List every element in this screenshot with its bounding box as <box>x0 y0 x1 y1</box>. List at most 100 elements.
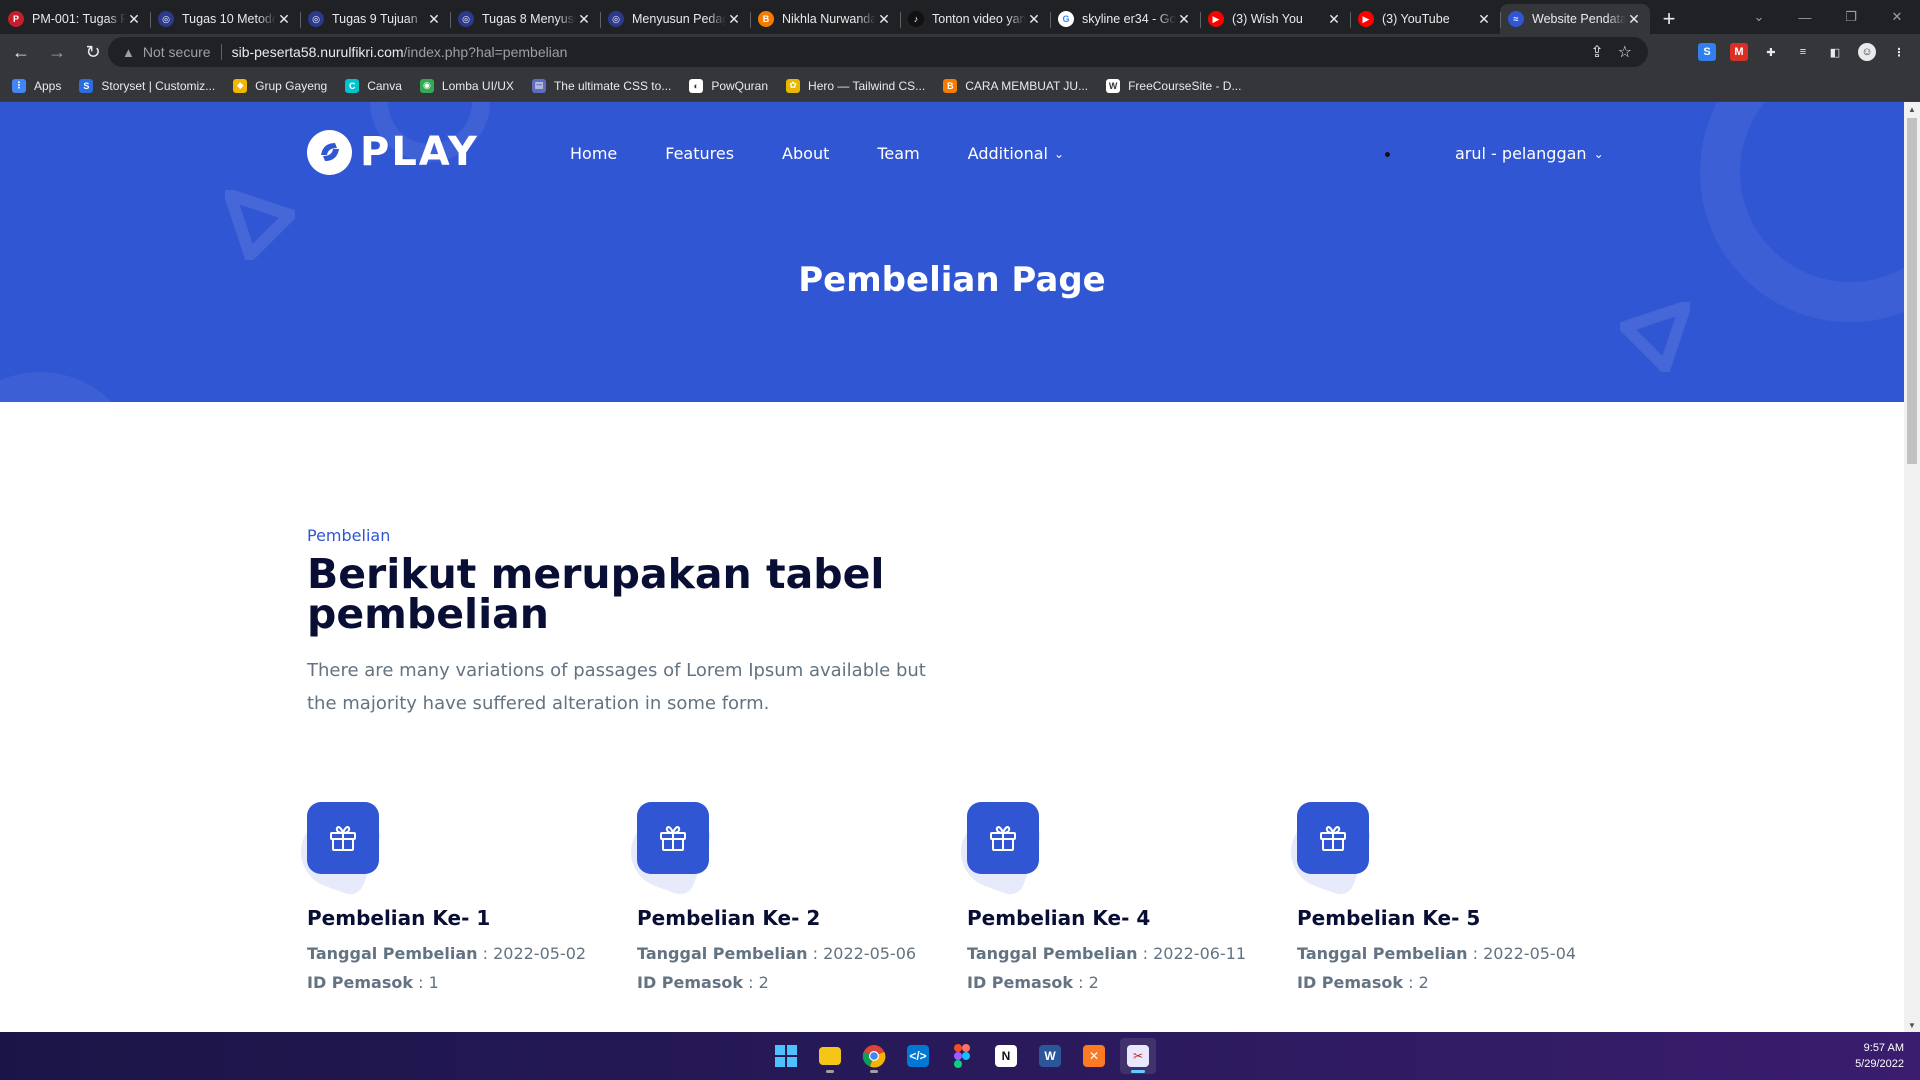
word-icon[interactable]: W <box>1032 1038 1068 1074</box>
nav-additional[interactable]: Additional ⌄ <box>968 144 1064 163</box>
vscode-icon[interactable]: </> <box>900 1038 936 1074</box>
reload-button[interactable]: ↻ <box>78 37 108 67</box>
browser-menu-icon[interactable]: ⋮ <box>1890 43 1908 61</box>
main-nav: Home Features About Team Additional ⌄ <box>570 144 1112 163</box>
figma-icon[interactable] <box>944 1038 980 1074</box>
nav-home[interactable]: Home <box>570 144 617 163</box>
forward-button[interactable]: → <box>42 37 72 67</box>
new-tab-button[interactable]: + <box>1654 4 1684 34</box>
tab-close-icon[interactable]: ✕ <box>126 11 142 28</box>
bookmark-item[interactable]: ▤ The ultimate CSS to... <box>531 78 671 93</box>
scroll-thumb[interactable] <box>1907 118 1917 464</box>
chrome-icon[interactable] <box>856 1038 892 1074</box>
tab-favicon-icon: B <box>758 11 774 27</box>
browser-tab[interactable]: ◎ Tugas 10 Metode ✕ <box>150 4 300 34</box>
browser-tab[interactable]: B Nikhla Nurwanda ✕ <box>750 4 900 34</box>
browser-tab[interactable]: P PM-001: Tugas Pem✕ <box>0 4 150 34</box>
nav-about[interactable]: About <box>782 144 829 163</box>
browser-tab[interactable]: ▶ (3) YouTube ✕ <box>1350 4 1500 34</box>
url-path[interactable]: /index.php?hal=pembelian <box>404 44 568 60</box>
scroll-down-arrow-icon[interactable]: ▼ <box>1904 1018 1920 1032</box>
bookmark-item[interactable]: ◐ PowQuran <box>689 78 768 93</box>
decor-triangle <box>1620 302 1690 372</box>
bookmarks-bar: ⋮ Apps S Storyset | Customiz... ◆ Grup Gayeng… <box>0 70 1920 102</box>
bookmark-item[interactable]: ✿ Hero — Tailwind CS... <box>786 78 925 93</box>
close-window-button[interactable]: ✕ <box>1874 0 1920 34</box>
purchase-date-sep: : <box>807 944 824 963</box>
purchase-date-label: Tanggal Pembelian <box>637 944 808 963</box>
tab-title: skyline er34 - Goo <box>1082 12 1176 26</box>
warning-icon[interactable]: ▲ <box>122 45 135 60</box>
restore-button[interactable]: ❐ <box>1828 0 1874 34</box>
tab-close-icon[interactable]: ✕ <box>726 11 742 28</box>
user-menu[interactable]: arul - pelanggan ⌄ <box>1455 144 1604 163</box>
file-explorer-icon[interactable] <box>812 1038 848 1074</box>
decor-ring <box>0 372 140 402</box>
purchase-supplier-sep: : <box>413 973 429 992</box>
browser-tab[interactable]: ◎ Tugas 9 Tujuan ✕ <box>300 4 450 34</box>
windows-taskbar: </> N W ✕ ✂ 9:57 AM 5/29/2022 <box>0 1032 1920 1080</box>
scroll-up-arrow-icon[interactable]: ▲ <box>1904 102 1920 116</box>
tab-close-icon[interactable]: ✕ <box>876 11 892 28</box>
bookmark-item[interactable]: B CARA MEMBUAT JU... <box>943 78 1088 93</box>
bookmark-favicon-icon: ◐ <box>689 78 704 93</box>
purchase-supplier-label: ID Pemasok <box>1297 973 1404 992</box>
address-bar[interactable]: ▲ Not secure sib-peserta58.nurulfikri.co… <box>108 37 1648 67</box>
minimize-button[interactable]: — <box>1782 0 1828 34</box>
nav-team[interactable]: Team <box>877 144 919 163</box>
bookmark-item[interactable]: ◆ Grup Gayeng <box>233 78 327 93</box>
windows-start-icon[interactable] <box>768 1038 804 1074</box>
section-title: Berikut merupakan tabel pembelian <box>307 550 885 638</box>
bookmark-item[interactable]: S Storyset | Customiz... <box>79 78 216 93</box>
share-icon[interactable]: ⇪ <box>1590 42 1603 62</box>
snipping-tool-icon[interactable]: ✂ <box>1120 1038 1156 1074</box>
tab-close-icon[interactable]: ✕ <box>1476 11 1492 28</box>
page-scrollbar[interactable]: ▲ ▼ <box>1904 102 1920 1032</box>
browser-tab[interactable]: ≈ Website Pendataan✕ <box>1500 4 1650 34</box>
bookmark-item[interactable]: C Canva <box>345 78 402 93</box>
system-clock[interactable]: 9:57 AM 5/29/2022 <box>1855 1040 1904 1072</box>
tab-close-icon[interactable]: ✕ <box>1626 11 1642 28</box>
browser-tab[interactable]: ♪ Tonton video yang ✕ <box>900 4 1050 34</box>
tab-search-icon[interactable]: ⌄ <box>1736 0 1782 34</box>
site-logo[interactable]: PLAY <box>307 129 479 175</box>
bookmark-label: Storyset | Customiz... <box>101 78 216 93</box>
bookmark-favicon-icon: ▤ <box>531 78 546 93</box>
tab-close-icon[interactable]: ✕ <box>276 11 292 28</box>
bookmark-label: Canva <box>367 78 402 93</box>
side-panel-icon[interactable]: ◧ <box>1826 43 1844 61</box>
purchase-date-row: Tanggal Pembelian : 2022-06-11 <box>967 944 1267 963</box>
bookmark-item[interactable]: W FreeCourseSite - D... <box>1106 78 1241 93</box>
reading-list-icon[interactable]: ≡ <box>1794 43 1812 61</box>
browser-tab[interactable]: Gskyline er34 - Goo ✕ <box>1050 4 1200 34</box>
purchase-title: Pembelian Ke- 5 <box>1297 906 1481 930</box>
section-description: There are many variations of passages of… <box>307 660 926 714</box>
tab-close-icon[interactable]: ✕ <box>426 11 442 28</box>
tab-close-icon[interactable]: ✕ <box>1326 11 1342 28</box>
tab-close-icon[interactable]: ✕ <box>576 11 592 28</box>
bookmark-item[interactable]: ⋮ Apps <box>12 78 61 93</box>
bookmark-favicon-icon: S <box>79 78 94 93</box>
bookmark-label: Lomba UI/UX <box>441 78 514 93</box>
notion-icon[interactable]: N <box>988 1038 1024 1074</box>
bookmark-item[interactable]: ◉ Lomba UI/UX <box>419 78 514 93</box>
security-label[interactable]: Not secure <box>143 44 211 60</box>
extension-s-icon[interactable]: S <box>1698 43 1716 61</box>
nav-features[interactable]: Features <box>665 144 734 163</box>
browser-tab[interactable]: ▶ (3) Wish You ✕ <box>1200 4 1350 34</box>
purchase-supplier-row: ID Pemasok : 2 <box>967 973 1267 992</box>
profile-avatar-icon[interactable]: ☺ <box>1858 43 1876 61</box>
tab-close-icon[interactable]: ✕ <box>1026 11 1042 28</box>
tab-close-icon[interactable]: ✕ <box>1176 11 1192 28</box>
back-button[interactable]: ← <box>6 37 36 67</box>
extension-m-icon[interactable]: M <box>1730 43 1748 61</box>
browser-tab[interactable]: ◎ Menyusun Pedagogi✕ <box>600 4 750 34</box>
purchase-date-sep: : <box>477 944 494 963</box>
bookmark-star-icon[interactable]: ☆ <box>1618 42 1632 62</box>
url-host[interactable]: sib-peserta58.nurulfikri.com <box>232 44 404 60</box>
gift-icon <box>307 802 379 874</box>
xampp-icon[interactable]: ✕ <box>1076 1038 1112 1074</box>
extensions-puzzle-icon[interactable]: ✚ <box>1762 43 1780 61</box>
browser-tab[interactable]: ◎ Tugas 8 Menyusun✕ <box>450 4 600 34</box>
tab-title: Website Pendataan <box>1532 12 1626 26</box>
